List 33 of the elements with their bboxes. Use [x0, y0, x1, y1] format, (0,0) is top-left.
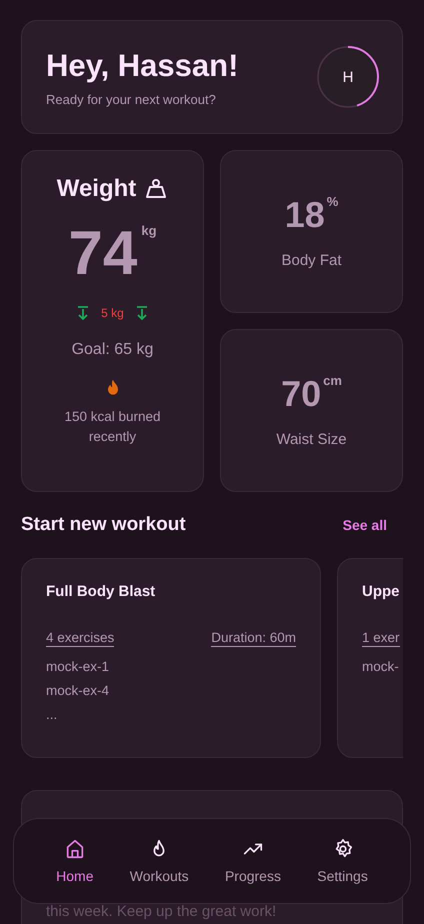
greeting-subtitle: Ready for your next workout? [46, 92, 217, 106]
nav-tab[interactable]: Workouts [130, 838, 189, 884]
weight-icon [144, 177, 168, 201]
weight-goal: Goal: 65 kg [72, 341, 154, 359]
stat-value: 18 [284, 194, 325, 236]
workout-duration: Duration: 60m [211, 630, 296, 647]
weight-value: 74 [68, 223, 138, 285]
stat-value: 70 [281, 373, 322, 415]
nav-tab[interactable]: Progress [224, 838, 281, 884]
exercise-count: 1 exer [362, 630, 400, 647]
workout-name: Uppe [362, 583, 400, 600]
exercise-item: mock-ex-1 [46, 658, 110, 676]
stat-label: Waist Size [276, 431, 347, 448]
stat-unit: % [326, 194, 338, 209]
calories-burned: 150 kcal burned recently [63, 408, 162, 446]
workout-name: Full Body Blast [46, 583, 156, 600]
weight-title: Weight [56, 175, 136, 203]
section-title: Start new workout [21, 514, 186, 536]
exercise-item: ... [46, 706, 58, 724]
greeting-title: Hey, Hassan! [46, 48, 238, 84]
weight-unit: kg [141, 223, 157, 238]
workout-card[interactable]: Full Body Blast 4 exercises Duration: 60m mock-ex-1 mock-ex-4 ... [21, 558, 321, 758]
summary-text: this week. Keep up the great work! [46, 903, 278, 920]
exercise-item: mock-ex-4 [46, 682, 110, 700]
weight-change: 5 kg [101, 306, 124, 320]
exercise-item: mock- [362, 658, 400, 676]
stat-unit: cm [323, 373, 342, 388]
stat-label: Body Fat [281, 252, 342, 269]
workout-card[interactable]: Uppe 1 exer mock- [337, 558, 403, 758]
see-all-link[interactable]: See all [342, 517, 387, 533]
nav-tab[interactable]: Home [56, 838, 94, 884]
exercise-count: 4 exercises [46, 630, 114, 647]
nav-tab[interactable]: Settings [317, 838, 368, 884]
